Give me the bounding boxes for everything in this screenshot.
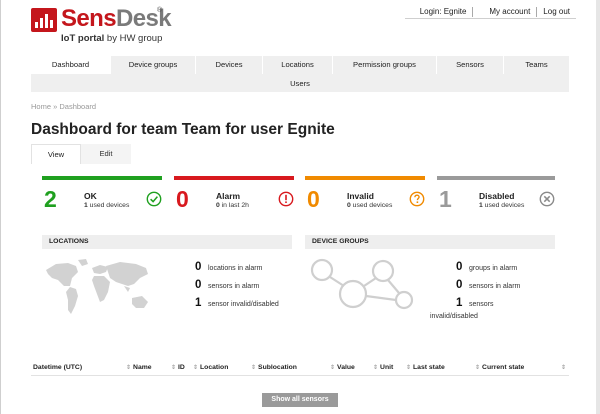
stat-line: 1 sensor invalid/disabled <box>195 297 279 309</box>
nav-item-dashboard[interactable]: Dashboard <box>31 56 111 74</box>
window-right-scrollbar-track[interactable] <box>596 0 600 414</box>
status-card-disabled[interactable]: 1 Disabled 1 used devices <box>437 176 555 216</box>
column-header-name[interactable]: ⇕ Name <box>126 364 152 371</box>
status-sub: 0 in last 2h <box>216 202 249 209</box>
column-header-sublocation[interactable]: ⇕ Sublocation <box>251 364 297 371</box>
sort-icon: ⇕ <box>251 365 257 371</box>
page-title: Dashboard for team Team for user Egnite <box>31 121 335 138</box>
status-sub: 1 used devices <box>84 202 130 209</box>
column-header-value[interactable]: ⇕ Value <box>330 364 355 371</box>
nav-item-permission-groups[interactable]: Permission groups <box>333 56 437 74</box>
sort-icon: ⇕ <box>561 365 567 371</box>
status-count: 0 <box>176 186 189 212</box>
view-edit-tabs: View Edit <box>31 144 131 164</box>
status-card-ok[interactable]: 2 OK 1 used devices <box>42 176 162 216</box>
status-bar <box>305 176 425 180</box>
status-card-invalid[interactable]: 0 Invalid 0 used devices <box>305 176 425 216</box>
column-header-last-state[interactable]: ⇕ Last state <box>406 364 445 371</box>
status-count: 2 <box>44 186 57 212</box>
device-groups-header: DEVICE GROUPS <box>305 235 555 249</box>
breadcrumb-home-link[interactable]: Home <box>31 102 51 111</box>
status-count: 1 <box>439 186 452 212</box>
main-nav-row-2: Users <box>31 75 569 93</box>
stat-line-continued: invalid/disabled <box>430 313 478 320</box>
status-bar <box>174 176 294 180</box>
stat-line: 0 groups in alarm <box>456 261 518 273</box>
tab-view[interactable]: View <box>31 144 81 164</box>
breadcrumb: Home » Dashboard <box>31 102 96 111</box>
sort-icon: ⇕ <box>126 365 132 371</box>
sort-icon: ⇕ <box>406 365 412 371</box>
nav-item-device-groups[interactable]: Device groups <box>111 56 196 74</box>
device-groups-graph-icon[interactable] <box>308 258 418 318</box>
tab-edit[interactable]: Edit <box>81 144 131 164</box>
status-label: Disabled <box>479 191 515 201</box>
column-header-actions[interactable]: ⇕ <box>561 364 568 371</box>
status-bar <box>42 176 162 180</box>
breadcrumb-current: Dashboard <box>59 102 97 111</box>
status-card-alarm[interactable]: 0 Alarm 0 in last 2h <box>174 176 294 216</box>
status-label: Invalid <box>347 191 374 201</box>
logo-registered-mark: ® <box>157 7 163 14</box>
logo-bars-icon <box>31 8 57 32</box>
stat-line: 1 sensors <box>456 297 494 309</box>
status-sub: 0 used devices <box>347 202 393 209</box>
nav-item-locations[interactable]: Locations <box>263 56 333 74</box>
header-rule <box>405 18 576 19</box>
stat-line: 0 locations in alarm <box>195 261 263 273</box>
logo-wordmark: SensDesk <box>61 5 172 32</box>
check-circle-icon <box>146 191 162 207</box>
stat-line: 0 sensors in alarm <box>456 279 521 291</box>
sort-icon: ⇕ <box>475 365 481 371</box>
status-bar <box>437 176 555 180</box>
window-left-border <box>0 0 1 414</box>
nav-item-teams[interactable]: Teams <box>504 56 569 74</box>
column-header-id[interactable]: ⇕ ID <box>171 364 185 371</box>
column-header-datetime[interactable]: Datetime (UTC) <box>33 364 82 371</box>
question-circle-icon <box>409 191 425 207</box>
sensor-table-header: Datetime (UTC) ⇕ Name ⇕ ID ⇕ Location ⇕ Subl… <box>31 362 569 376</box>
status-count: 0 <box>307 186 320 212</box>
column-header-unit[interactable]: ⇕ Unit <box>373 364 393 371</box>
sort-icon: ⇕ <box>171 365 177 371</box>
sort-icon: ⇕ <box>373 365 379 371</box>
status-label: Alarm <box>216 191 241 201</box>
column-header-location[interactable]: ⇕ Location <box>193 364 228 371</box>
world-map-icon[interactable] <box>42 256 154 318</box>
exclamation-circle-icon <box>278 191 294 207</box>
nav-item-users[interactable]: Users <box>266 75 334 93</box>
column-header-current-state[interactable]: ⇕ Current state <box>475 364 524 371</box>
nav-item-devices[interactable]: Devices <box>196 56 263 74</box>
status-label: OK <box>84 191 97 201</box>
show-all-sensors-button[interactable]: Show all sensors <box>262 393 338 407</box>
stat-line: 0 sensors in alarm <box>195 279 260 291</box>
main-navigation: Dashboard Device groups Devices Location… <box>31 56 569 92</box>
sort-icon: ⇕ <box>193 365 199 371</box>
x-circle-icon <box>539 191 555 207</box>
locations-header: LOCATIONS <box>42 235 292 249</box>
nav-item-sensors[interactable]: Sensors <box>437 56 504 74</box>
sort-icon: ⇕ <box>330 365 336 371</box>
logo-tagline: IoT portal by HW group <box>61 33 163 44</box>
status-sub: 1 used devices <box>479 202 525 209</box>
sensdesk-logo[interactable]: SensDesk ® IoT portal by HW group <box>31 5 172 46</box>
main-nav-row: Dashboard Device groups Devices Location… <box>31 56 569 74</box>
